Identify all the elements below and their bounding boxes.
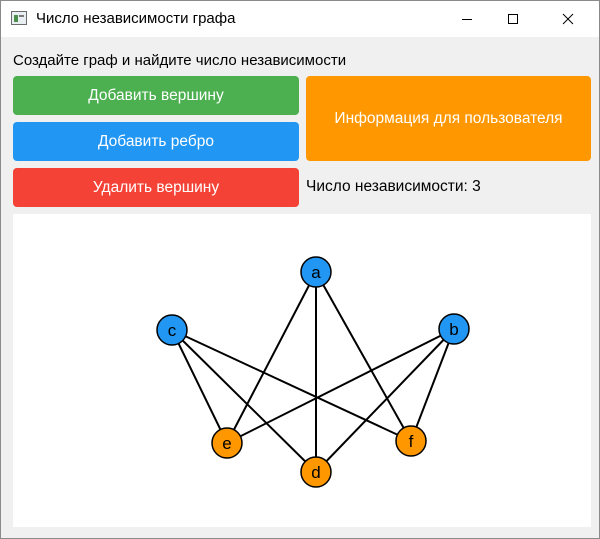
graph-vertex-b[interactable]: b (438, 313, 470, 345)
independence-number-label: Число независимости: 3 (306, 178, 481, 195)
graph-vertex-label: a (311, 263, 321, 282)
graph-canvas[interactable]: a b c d e f (13, 214, 591, 527)
graph-edge-b-d (315, 328, 455, 473)
graph-vertex-f[interactable]: f (395, 425, 427, 457)
graph-edge-c-f (171, 329, 412, 442)
add-vertex-button[interactable]: Добавить вершину (13, 76, 299, 115)
window-title: Число независимости графа (36, 10, 236, 27)
graph-vertex-label: d (311, 463, 320, 482)
graph-drawing: a b c d e f (156, 256, 470, 488)
graph-edge-b-e (226, 328, 455, 444)
add-edge-button[interactable]: Добавить ребро (13, 122, 299, 161)
app-window: Число независимости графа Создайте граф … (0, 0, 600, 539)
graph-vertex-label: e (222, 434, 231, 453)
close-button[interactable] (545, 1, 591, 37)
graph-edge-c-e (171, 329, 228, 444)
maximize-icon (508, 14, 518, 24)
page-heading: Создайте граф и найдите число независимо… (13, 52, 347, 69)
minimize-button[interactable] (444, 1, 490, 37)
close-icon (562, 13, 574, 25)
graph-vertex-label: c (168, 321, 177, 340)
graph-vertex-a[interactable]: a (300, 256, 332, 288)
minimize-icon (462, 19, 472, 20)
graph-vertex-label: f (409, 432, 414, 451)
graph-edge-a-f (315, 271, 412, 442)
delete-vertex-button[interactable]: Удалить вершину (13, 168, 299, 207)
graph-vertex-e[interactable]: e (211, 427, 243, 459)
graph-edge-b-f (410, 328, 455, 442)
graph-vertex-c[interactable]: c (156, 314, 188, 346)
maximize-button[interactable] (490, 1, 536, 37)
user-info-button[interactable]: Информация для пользователя (306, 76, 591, 161)
graph-vertex-label: b (449, 320, 458, 339)
graph-edge-c-d (171, 329, 317, 473)
title-bar[interactable]: Число независимости графа (1, 1, 599, 37)
graph-vertex-d[interactable]: d (300, 456, 332, 488)
app-window-icon (11, 11, 27, 25)
graph-edge-a-e (226, 271, 317, 444)
